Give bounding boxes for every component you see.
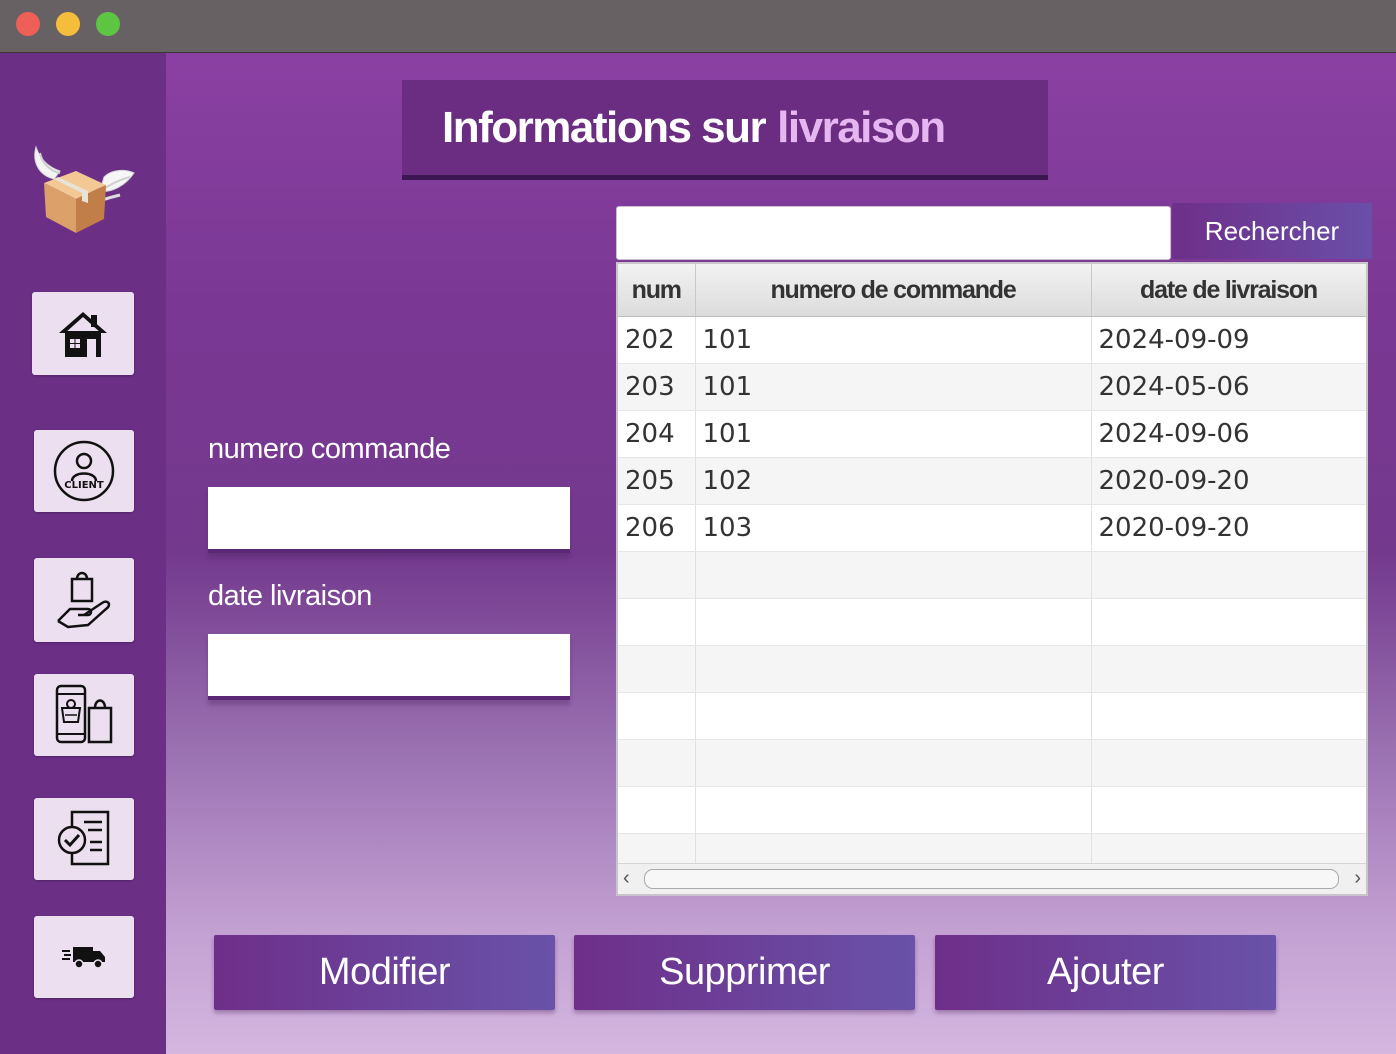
column-header-numero-commande[interactable]: numero de commande: [695, 264, 1092, 317]
search-button[interactable]: Rechercher: [1172, 203, 1372, 259]
table-cell: 103: [695, 504, 1092, 552]
table-cell: 2024-05-06: [1091, 363, 1366, 411]
table-cell: 102: [695, 457, 1092, 505]
supprimer-button[interactable]: Supprimer: [574, 935, 915, 1010]
livraison-table: num numero de commande date de livraison…: [616, 262, 1368, 896]
page-title-part2: livraison: [777, 102, 946, 152]
table-row[interactable]: 204 101 2024-09-06: [618, 410, 1366, 458]
empty-row: [618, 739, 1366, 787]
scroll-left-icon[interactable]: ‹: [623, 867, 630, 890]
column-header-num[interactable]: num: [618, 264, 696, 317]
table-row[interactable]: 203 101 2024-05-06: [618, 363, 1366, 411]
table-row[interactable]: 206 103 2020-09-20: [618, 504, 1366, 552]
winged-package-icon: [30, 143, 140, 238]
table-row[interactable]: 205 102 2020-09-20: [618, 457, 1366, 505]
empty-row: [618, 786, 1366, 834]
table-cell: 101: [695, 363, 1092, 411]
table-row[interactable]: 202 101 2024-09-09: [618, 316, 1366, 364]
table-cell: 2020-09-20: [1091, 504, 1366, 552]
scrollbar-thumb[interactable]: [644, 869, 1339, 889]
sidebar-item-livraisons[interactable]: [34, 916, 134, 998]
close-window-button[interactable]: [16, 12, 40, 36]
table-cell: 2024-09-09: [1091, 316, 1366, 364]
table-cell: 2024-09-06: [1091, 410, 1366, 458]
home-icon: [57, 309, 109, 359]
empty-row: [618, 692, 1366, 740]
sidebar-item-produits[interactable]: [34, 674, 134, 756]
table-cell: 101: [695, 410, 1092, 458]
sidebar-item-commandes[interactable]: [34, 558, 134, 642]
horizontal-scrollbar[interactable]: ‹ ›: [618, 863, 1366, 894]
sidebar: CLIENT: [0, 53, 166, 1054]
checklist-icon: [54, 808, 114, 870]
search-input[interactable]: [616, 206, 1171, 260]
client-icon-label: CLIENT: [64, 480, 104, 491]
page-title-part1: Informations sur: [442, 102, 767, 152]
numero-commande-input[interactable]: [208, 487, 570, 553]
minimize-window-button[interactable]: [56, 12, 80, 36]
table-cell: 202: [618, 316, 696, 364]
maximize-window-button[interactable]: [96, 12, 120, 36]
table-cell: 2020-09-20: [1091, 457, 1366, 505]
main-panel: Informations sur livraison numero comman…: [166, 53, 1396, 1054]
date-livraison-input[interactable]: [208, 634, 570, 700]
empty-row: [618, 598, 1366, 646]
page-title: Informations sur livraison: [402, 80, 1048, 180]
table-cell: 206: [618, 504, 696, 552]
sidebar-item-factures[interactable]: [34, 798, 134, 880]
table-cell: 205: [618, 457, 696, 505]
ajouter-button[interactable]: Ajouter: [935, 935, 1276, 1010]
empty-row: [618, 645, 1366, 693]
sidebar-item-client[interactable]: CLIENT: [34, 430, 134, 512]
table-cell: 203: [618, 363, 696, 411]
scroll-right-icon[interactable]: ›: [1354, 867, 1361, 890]
sidebar-item-home[interactable]: [32, 292, 134, 375]
delivery-truck-icon: [61, 944, 107, 970]
mobile-shopping-icon: [53, 682, 115, 748]
table-cell: 101: [695, 316, 1092, 364]
client-icon: CLIENT: [52, 439, 116, 503]
hand-shopping-bag-icon: [54, 569, 114, 631]
numero-commande-label: numero commande: [208, 433, 451, 465]
title-bar: [0, 0, 1396, 53]
app-window: CLIENT Informations sur livraison numero…: [0, 0, 1396, 1054]
empty-row: [618, 551, 1366, 599]
modifier-button[interactable]: Modifier: [214, 935, 555, 1010]
column-header-date-livraison[interactable]: date de livraison: [1091, 264, 1366, 317]
table-cell: 204: [618, 410, 696, 458]
date-livraison-label: date livraison: [208, 580, 372, 612]
